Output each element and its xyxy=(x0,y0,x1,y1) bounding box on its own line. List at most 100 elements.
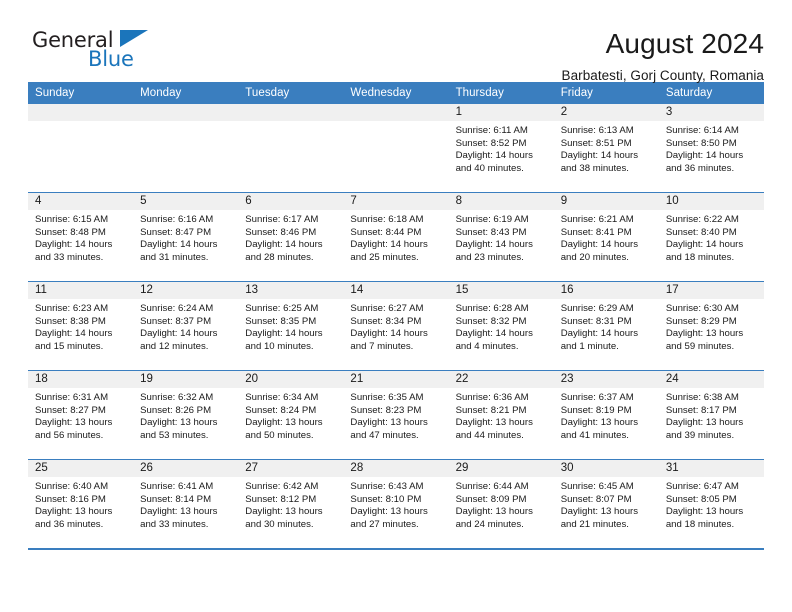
sunrise-text: Sunrise: 6:41 AM xyxy=(140,481,214,492)
calendar-day-cell[interactable]: 5 Sunrise: 6:16 AM Sunset: 8:47 PM Daylight… xyxy=(133,192,239,282)
weekday-header-saturday: Saturday xyxy=(658,82,764,104)
calendar-day-cell[interactable]: 25 Sunrise: 6:40 AM Sunset: 8:16 PM Dayligh… xyxy=(28,459,134,548)
sunrise-text: Sunrise: 6:38 AM xyxy=(665,392,739,403)
calendar-page: General Blue August 2024 Barbatesti, Gor… xyxy=(0,0,792,612)
sunset-text: Sunset: 8:48 PM xyxy=(35,226,106,238)
daylight-text: Daylight: 14 hours and 31 minutes. xyxy=(140,239,218,263)
calendar-day-cell[interactable]: 28 Sunrise: 6:43 AM Sunset: 8:10 PM Dayligh… xyxy=(343,459,449,548)
daylight-text: Daylight: 13 hours and 39 minutes. xyxy=(665,417,744,441)
calendar-day-cell[interactable]: 29 Sunrise: 6:44 AM Sunset: 8:09 PM Dayligh… xyxy=(448,459,554,548)
daylight-text: Daylight: 13 hours and 59 minutes. xyxy=(665,328,744,352)
day-details: Sunrise: 6:17 AM Sunset: 8:46 PM Daylight:… xyxy=(238,210,343,264)
calendar-day-cell[interactable]: 26 Sunrise: 6:41 AM Sunset: 8:14 PM Dayligh… xyxy=(133,459,239,548)
sunset-text: Sunset: 8:43 PM xyxy=(455,226,527,238)
daylight-text: Daylight: 13 hours and 41 minutes. xyxy=(560,417,639,441)
calendar-day-cell[interactable]: 7 Sunrise: 6:18 AM Sunset: 8:44 PM Daylight… xyxy=(343,192,449,282)
sunset-text: Sunset: 8:52 PM xyxy=(455,137,527,149)
day-details: Sunrise: 6:24 AM Sunset: 8:37 PM Daylight:… xyxy=(133,299,238,353)
sunrise-text: Sunrise: 6:28 AM xyxy=(455,303,529,314)
day-details: Sunrise: 6:18 AM Sunset: 8:44 PM Daylight:… xyxy=(343,210,448,264)
calendar-day-cell[interactable]: 15 Sunrise: 6:28 AM Sunset: 8:32 PM Dayligh… xyxy=(448,281,554,371)
sunrise-text: Sunrise: 6:31 AM xyxy=(35,392,109,403)
day-number: 19 xyxy=(133,371,239,388)
calendar-day-cell[interactable]: 9 Sunrise: 6:21 AM Sunset: 8:41 PM Daylight… xyxy=(553,192,659,282)
daylight-text: Daylight: 14 hours and 40 minutes. xyxy=(455,150,533,174)
day-number: 30 xyxy=(553,460,659,477)
day-number: 16 xyxy=(553,282,659,299)
calendar-day-cell[interactable]: 24 Sunrise: 6:38 AM Sunset: 8:17 PM Dayligh… xyxy=(658,370,764,460)
sunrise-text: Sunrise: 6:19 AM xyxy=(455,214,529,225)
daylight-text: Daylight: 14 hours and 12 minutes. xyxy=(140,328,218,352)
day-number: 6 xyxy=(238,193,344,210)
sunrise-text: Sunrise: 6:21 AM xyxy=(560,214,634,225)
daylight-text: Daylight: 13 hours and 27 minutes. xyxy=(350,506,428,530)
calendar-day-cell[interactable]: 17 Sunrise: 6:30 AM Sunset: 8:29 PM Dayligh… xyxy=(658,281,764,371)
calendar-day-cell[interactable]: 31 Sunrise: 6:47 AM Sunset: 8:05 PM Dayligh… xyxy=(658,459,764,548)
sunrise-text: Sunrise: 6:25 AM xyxy=(245,303,319,314)
day-number: 26 xyxy=(133,460,239,477)
calendar-day-cell[interactable]: 6 Sunrise: 6:17 AM Sunset: 8:46 PM Daylight… xyxy=(238,192,344,282)
triangle-icon xyxy=(120,30,148,47)
sunrise-text: Sunrise: 6:27 AM xyxy=(350,303,424,314)
calendar-day-cell[interactable]: 11 Sunrise: 6:23 AM Sunset: 8:38 PM Dayligh… xyxy=(28,281,134,371)
sunrise-text: Sunrise: 6:29 AM xyxy=(560,303,634,314)
calendar-day-cell[interactable]: 8 Sunrise: 6:19 AM Sunset: 8:43 PM Daylight… xyxy=(448,192,554,282)
calendar-day-cell[interactable]: 21 Sunrise: 6:35 AM Sunset: 8:23 PM Dayligh… xyxy=(343,370,449,460)
calendar-day-cell[interactable]: 12 Sunrise: 6:24 AM Sunset: 8:37 PM Dayligh… xyxy=(133,281,239,371)
calendar-day-cell[interactable]: 10 Sunrise: 6:22 AM Sunset: 8:40 PM Dayligh… xyxy=(658,192,764,282)
calendar-day-cell[interactable]: 20 Sunrise: 6:34 AM Sunset: 8:24 PM Dayligh… xyxy=(238,370,344,460)
sunset-text: Sunset: 8:50 PM xyxy=(665,137,737,149)
sunset-text: Sunset: 8:14 PM xyxy=(140,493,212,505)
day-number: 28 xyxy=(343,460,449,477)
day-details: Sunrise: 6:42 AM Sunset: 8:12 PM Daylight:… xyxy=(238,477,343,531)
calendar-day-cell[interactable]: 30 Sunrise: 6:45 AM Sunset: 8:07 PM Dayligh… xyxy=(553,459,659,548)
day-number: 7 xyxy=(343,193,449,210)
daylight-text: Daylight: 13 hours and 44 minutes. xyxy=(455,417,533,441)
page-header: General Blue August 2024 Barbatesti, Gor… xyxy=(28,0,764,83)
day-number: 13 xyxy=(238,282,344,299)
sunrise-text: Sunrise: 6:13 AM xyxy=(560,125,634,136)
daylight-text: Daylight: 14 hours and 18 minutes. xyxy=(665,239,744,263)
daylight-text: Daylight: 14 hours and 23 minutes. xyxy=(455,239,533,263)
calendar-day-cell[interactable]: 22 Sunrise: 6:36 AM Sunset: 8:21 PM Dayligh… xyxy=(448,370,554,460)
calendar-day-cell[interactable]: 4 Sunrise: 6:15 AM Sunset: 8:48 PM Daylight… xyxy=(28,192,134,282)
day-number: 23 xyxy=(553,371,659,388)
calendar-day-cell-empty xyxy=(343,104,449,193)
calendar-day-cell[interactable]: 2 Sunrise: 6:13 AM Sunset: 8:51 PM Daylight… xyxy=(553,104,659,193)
calendar-day-cell[interactable]: 16 Sunrise: 6:29 AM Sunset: 8:31 PM Dayligh… xyxy=(553,281,659,371)
sunrise-text: Sunrise: 6:30 AM xyxy=(665,303,739,314)
sunset-text: Sunset: 8:34 PM xyxy=(350,315,422,327)
day-number: 20 xyxy=(238,371,344,388)
general-blue-logo[interactable]: General Blue xyxy=(28,28,148,76)
daylight-text: Daylight: 13 hours and 21 minutes. xyxy=(560,506,639,530)
sunset-text: Sunset: 8:07 PM xyxy=(560,493,632,505)
day-number xyxy=(238,104,344,121)
daylight-text: Daylight: 13 hours and 33 minutes. xyxy=(140,506,218,530)
daylight-text: Daylight: 14 hours and 38 minutes. xyxy=(560,150,639,174)
weekday-header-thursday: Thursday xyxy=(448,82,554,104)
day-number: 3 xyxy=(658,104,764,121)
daylight-text: Daylight: 14 hours and 7 minutes. xyxy=(350,328,428,352)
sunset-text: Sunset: 8:41 PM xyxy=(560,226,632,238)
calendar-header-row: Sunday Monday Tuesday Wednesday Thursday Frid… xyxy=(28,82,764,104)
calendar-day-cell-empty xyxy=(28,104,134,193)
calendar-day-cell[interactable]: 1 Sunrise: 6:11 AM Sunset: 8:52 PM Daylight… xyxy=(448,104,554,193)
calendar-day-cell[interactable]: 19 Sunrise: 6:32 AM Sunset: 8:26 PM Dayligh… xyxy=(133,370,239,460)
logo-text-blue: Blue xyxy=(88,47,134,71)
sunset-text: Sunset: 8:37 PM xyxy=(140,315,212,327)
calendar-day-cell[interactable]: 27 Sunrise: 6:42 AM Sunset: 8:12 PM Dayligh… xyxy=(238,459,344,548)
calendar-day-cell[interactable]: 23 Sunrise: 6:37 AM Sunset: 8:19 PM Dayligh… xyxy=(553,370,659,460)
calendar-day-cell[interactable]: 13 Sunrise: 6:25 AM Sunset: 8:35 PM Dayligh… xyxy=(238,281,344,371)
calendar-day-cell[interactable]: 18 Sunrise: 6:31 AM Sunset: 8:27 PM Dayligh… xyxy=(28,370,134,460)
day-details: Sunrise: 6:27 AM Sunset: 8:34 PM Daylight:… xyxy=(343,299,448,353)
daylight-text: Daylight: 14 hours and 4 minutes. xyxy=(455,328,533,352)
sunrise-text: Sunrise: 6:37 AM xyxy=(560,392,634,403)
calendar-day-cell[interactable]: 14 Sunrise: 6:27 AM Sunset: 8:34 PM Dayligh… xyxy=(343,281,449,371)
weekday-header-friday: Friday xyxy=(553,82,659,104)
calendar-day-cell[interactable]: 3 Sunrise: 6:14 AM Sunset: 8:50 PM Daylight… xyxy=(658,104,764,193)
day-number: 10 xyxy=(658,193,764,210)
day-details: Sunrise: 6:44 AM Sunset: 8:09 PM Daylight:… xyxy=(449,477,554,531)
day-details: Sunrise: 6:43 AM Sunset: 8:10 PM Daylight:… xyxy=(343,477,448,531)
day-number: 21 xyxy=(343,371,449,388)
day-number: 2 xyxy=(553,104,659,121)
